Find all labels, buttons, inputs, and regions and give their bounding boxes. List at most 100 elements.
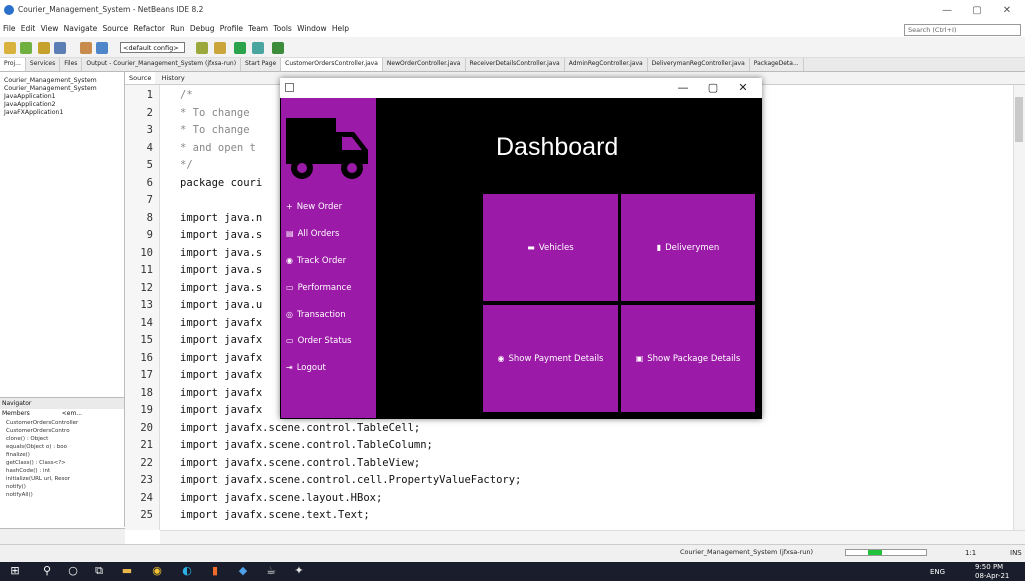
chrome-icon[interactable]: ◉ <box>150 564 164 578</box>
line-number: 24 <box>140 491 153 504</box>
line-number: 1 <box>146 89 153 101</box>
language-indicator[interactable]: ENG <box>930 568 945 576</box>
minimize-button[interactable]: — <box>932 3 962 19</box>
code-line[interactable]: 22 import javafx.scene.control.TableView; <box>0 455 900 473</box>
menu-team[interactable]: Team <box>245 22 268 33</box>
menu-file[interactable]: File <box>0 22 16 33</box>
code-line[interactable]: 25 import javafx.scene.text.Text; <box>0 507 900 525</box>
edge-icon[interactable]: ◐ <box>180 564 194 578</box>
code-text: import javafx <box>180 369 263 381</box>
clean-build-icon[interactable] <box>214 42 226 54</box>
tab-deliveryman-reg-controller[interactable]: DeliverymanRegController.java <box>648 58 750 71</box>
deliveryman-icon: ▮ <box>656 243 662 252</box>
profile-icon[interactable] <box>272 42 284 54</box>
vehicles-tile[interactable]: ▬ Vehicles <box>483 194 618 301</box>
code-line[interactable]: 24 import javafx.scene.layout.HBox; <box>0 490 900 508</box>
menu-source[interactable]: Source <box>99 22 128 33</box>
code-text: import javafx.scene.control.TableColumn; <box>180 439 433 451</box>
redo-icon[interactable] <box>96 42 108 54</box>
debug-icon[interactable] <box>252 42 264 54</box>
tab-projects[interactable]: Proj... <box>0 58 26 71</box>
menu-profile[interactable]: Profile <box>217 22 243 33</box>
windows-start-icon[interactable]: ⊞ <box>8 564 22 578</box>
tab-source[interactable]: Source <box>125 72 156 84</box>
all-orders-button[interactable]: ▤ All Orders <box>286 227 339 241</box>
menu-view[interactable]: View <box>38 22 59 33</box>
transaction-button[interactable]: ◎ Transaction <box>286 308 346 322</box>
search-input[interactable]: Search (Ctrl+I) <box>904 24 1021 36</box>
tab-services[interactable]: Services <box>26 58 61 71</box>
code-text: import javafx.scene.control.cell.Propert… <box>180 474 522 486</box>
code-text: import javafx <box>180 351 263 364</box>
line-number: 13 <box>140 299 153 311</box>
deliverymen-tile[interactable]: ▮ Deliverymen <box>621 194 755 301</box>
undo-icon[interactable] <box>80 42 92 54</box>
tab-start-page[interactable]: Start Page <box>241 58 282 71</box>
tab-customer-orders-controller[interactable]: CustomerOrdersController.java <box>281 58 383 71</box>
performance-button[interactable]: ▭ Performance <box>286 281 351 295</box>
search-icon[interactable]: ⚲ <box>40 564 54 578</box>
show-payment-details-tile[interactable]: ◉ Show Payment Details <box>483 305 618 412</box>
code-text: * To change <box>180 124 250 136</box>
office-icon[interactable]: ▮ <box>208 564 222 578</box>
menu-navigate[interactable]: Navigate <box>61 22 98 33</box>
horizontal-scrollbar[interactable] <box>160 530 1025 544</box>
line-number: 2 <box>146 106 153 119</box>
line-number: 22 <box>140 456 153 469</box>
new-file-icon[interactable] <box>20 42 32 54</box>
dashboard-maximize-button[interactable]: ▢ <box>698 79 728 97</box>
menu-window[interactable]: Window <box>294 22 327 33</box>
track-order-button[interactable]: ◉ Track Order <box>286 254 346 268</box>
new-project-icon[interactable] <box>4 42 16 54</box>
menu-edit[interactable]: Edit <box>18 22 36 33</box>
vertical-scrollbar[interactable] <box>1013 85 1025 530</box>
code-line[interactable]: 21 import javafx.scene.control.TableColum… <box>0 437 900 455</box>
logout-button[interactable]: ⇥ Logout <box>286 361 326 375</box>
menu-debug[interactable]: Debug <box>187 22 215 33</box>
config-select[interactable]: <default config> <box>120 42 185 53</box>
clock-time[interactable]: 9:50 PM <box>975 563 1003 571</box>
save-all-icon[interactable] <box>54 42 66 54</box>
new-order-button[interactable]: + New Order <box>286 200 342 214</box>
cortana-icon[interactable]: ○ <box>66 564 80 578</box>
close-button[interactable]: ✕ <box>992 3 1022 19</box>
tab-package-details[interactable]: PackageDeta... <box>750 58 804 71</box>
scrollbar-thumb[interactable] <box>1015 97 1023 142</box>
tab-admin-reg-controller[interactable]: AdminRegController.java <box>565 58 648 71</box>
open-project-icon[interactable] <box>38 42 50 54</box>
menu-tools[interactable]: Tools <box>270 22 291 33</box>
line-number: 14 <box>140 316 153 329</box>
logout-icon: ⇥ <box>286 363 293 372</box>
java-app-icon[interactable]: ☕ <box>264 564 278 578</box>
code-line[interactable]: 20 import javafx.scene.control.TableCell; <box>0 420 900 438</box>
code-text: import javafx.scene.control.TableCell; <box>180 421 421 434</box>
line-number: 3 <box>146 124 153 136</box>
netbeans-icon <box>4 5 14 15</box>
code-text: import javafx.scene.control.TableView; <box>180 456 421 469</box>
menu-run[interactable]: Run <box>167 22 184 33</box>
order-status-button[interactable]: ▭ Order Status <box>286 334 352 348</box>
tab-new-order-controller[interactable]: NewOrderController.java <box>383 58 466 71</box>
menu-help[interactable]: Help <box>329 22 349 33</box>
dashboard-minimize-button[interactable]: — <box>668 79 698 97</box>
project-tree-item[interactable]: Courier_Management_System <box>0 77 124 85</box>
tab-receiver-details-controller[interactable]: ReceiverDetailsController.java <box>466 58 565 71</box>
javafx-app-icon[interactable]: ✦ <box>292 564 306 578</box>
menu-refactor[interactable]: Refactor <box>130 22 164 33</box>
build-icon[interactable] <box>196 42 208 54</box>
tab-history[interactable]: History <box>158 72 189 84</box>
netbeans-taskbar-icon[interactable]: ◆ <box>236 564 250 578</box>
tab-files[interactable]: Files <box>60 58 83 71</box>
clock-date[interactable]: 08-Apr-21 <box>975 572 1009 580</box>
status-icon: ▭ <box>286 336 294 345</box>
show-package-details-tile[interactable]: ▣ Show Package Details <box>621 305 755 412</box>
task-view-icon[interactable]: ⧉ <box>92 564 106 578</box>
run-icon[interactable] <box>234 42 246 54</box>
maximize-button[interactable]: ▢ <box>962 3 992 19</box>
dashboard-close-button[interactable]: ✕ <box>728 79 758 97</box>
code-line[interactable]: 23 import javafx.scene.control.cell.Prope… <box>0 472 900 490</box>
file-explorer-icon[interactable]: ▬ <box>120 564 134 578</box>
line-number: 4 <box>146 141 153 154</box>
tab-output[interactable]: Output - Courier_Management_System (jfxs… <box>82 58 242 71</box>
line-number: 11 <box>140 264 153 276</box>
